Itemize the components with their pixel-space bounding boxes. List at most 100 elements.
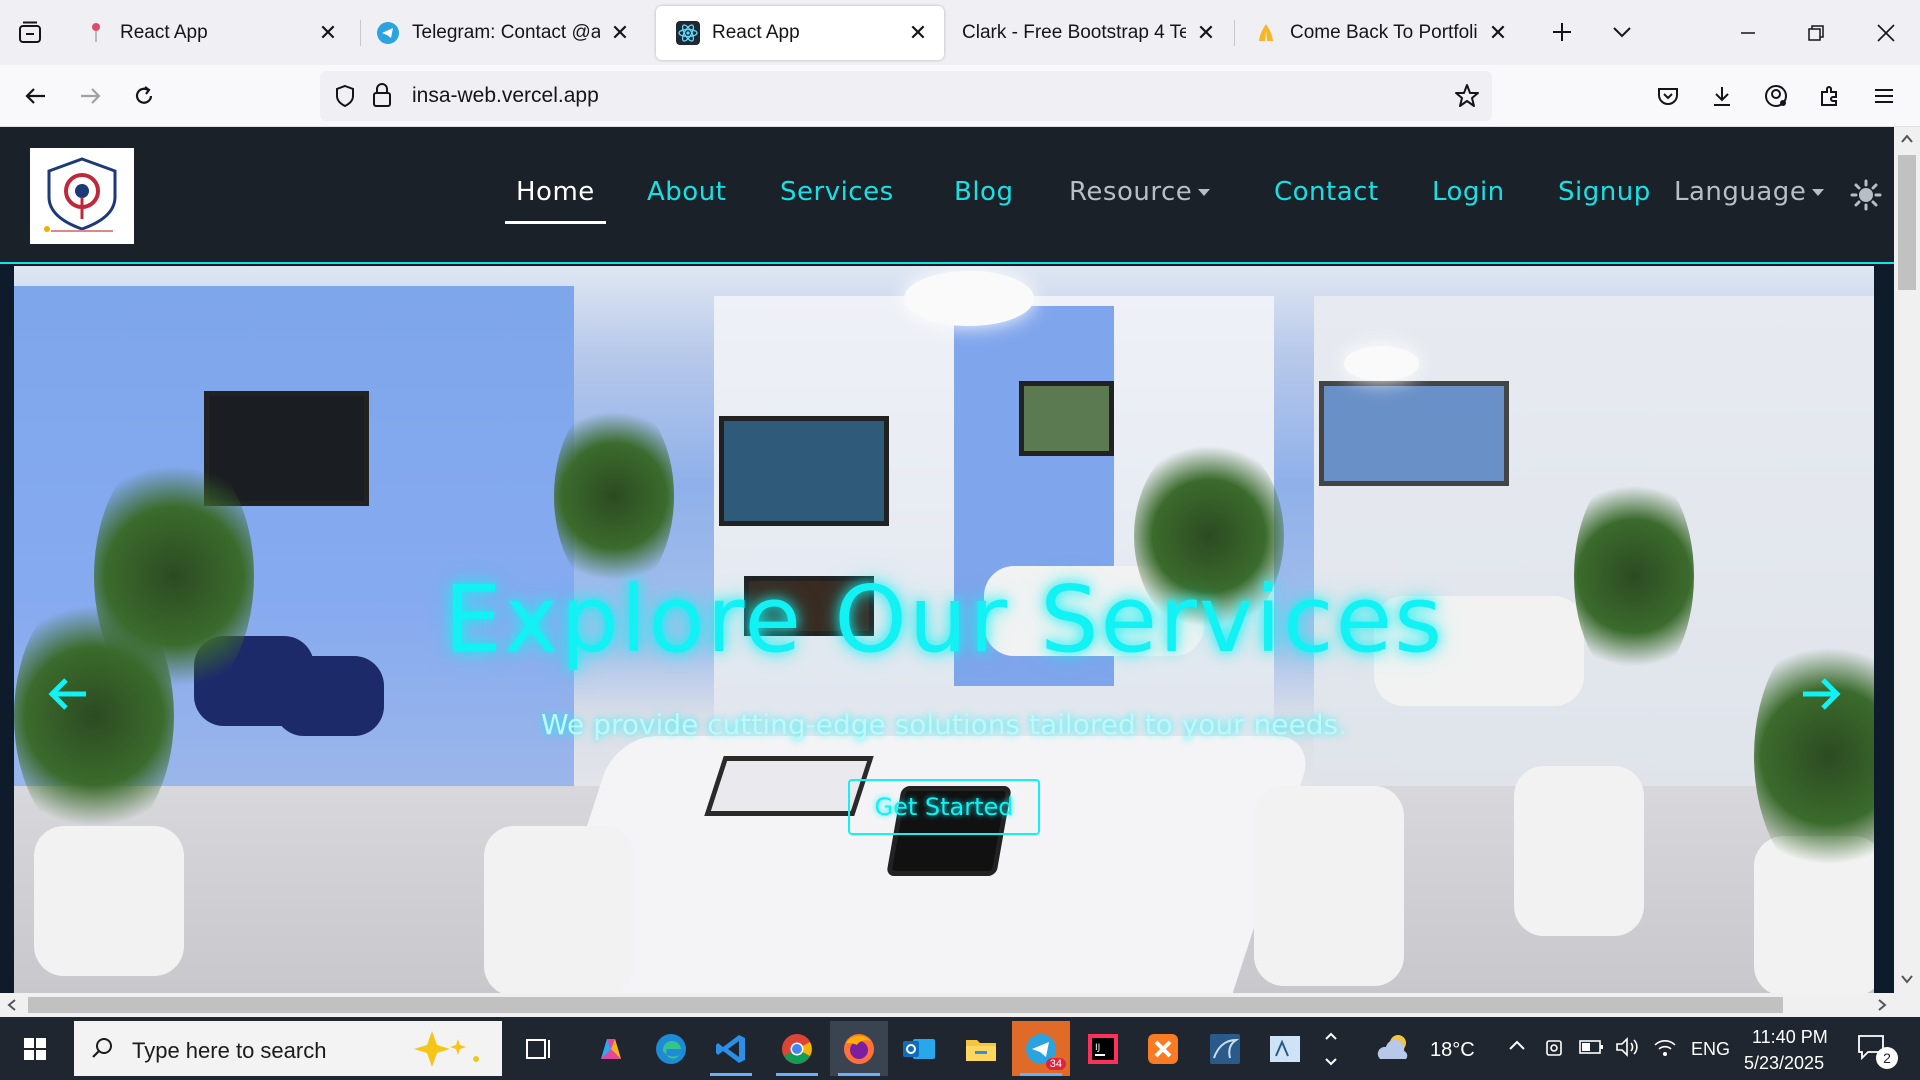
close-icon <box>1877 23 1895 42</box>
hero-carousel: Explore Our Services We provide cutting-… <box>14 266 1874 993</box>
taskbar-mysql-workbench[interactable] <box>1196 1021 1254 1076</box>
hero-title: Explore Our Services <box>443 566 1445 673</box>
tab-title: React App <box>120 22 208 43</box>
close-icon[interactable]: ✕ <box>608 20 632 45</box>
task-view-icon <box>526 1038 550 1059</box>
pocket-icon <box>1658 88 1678 105</box>
reload-button[interactable] <box>122 74 166 118</box>
telegram-icon <box>376 21 400 45</box>
vertical-scrollbar[interactable] <box>1894 127 1920 993</box>
taskbar-vscode[interactable] <box>702 1021 760 1076</box>
meet-now-icon[interactable] <box>1544 1035 1566 1059</box>
volume-icon[interactable] <box>1614 1035 1640 1059</box>
taskbar-edge[interactable] <box>642 1021 700 1076</box>
nav-services[interactable]: Services <box>780 177 894 207</box>
nav-home[interactable]: Home <box>516 177 595 207</box>
notification-count-badge: 2 <box>1876 1047 1898 1069</box>
tab-list-button[interactable] <box>0 0 60 65</box>
tray-scroll-arrows[interactable] <box>1316 1021 1346 1076</box>
carousel-prev-button[interactable] <box>40 666 96 722</box>
app-window-icon <box>1270 1035 1300 1062</box>
nav-contact[interactable]: Contact <box>1274 177 1379 207</box>
show-hidden-icons-icon[interactable] <box>1508 1039 1526 1053</box>
taskbar-intellij[interactable]: IJ <box>1074 1021 1132 1076</box>
menu-button[interactable] <box>1862 74 1906 118</box>
taskbar-search-box[interactable]: Type here to search <box>74 1021 502 1076</box>
telegram-unread-badge: 34 <box>1045 1058 1066 1070</box>
taskbar-outlook[interactable] <box>890 1021 948 1076</box>
vertical-scroll-thumb[interactable] <box>1898 155 1916 290</box>
minimize-button[interactable] <box>1714 0 1782 65</box>
input-language-indicator[interactable]: ENG <box>1691 1039 1730 1060</box>
windows-logo-icon <box>24 1037 46 1060</box>
nav-blog[interactable]: Blog <box>954 177 1013 207</box>
download-icon <box>1714 87 1730 106</box>
wifi-icon[interactable] <box>1652 1035 1678 1059</box>
minimize-icon <box>1741 31 1755 34</box>
forward-button[interactable] <box>68 74 112 118</box>
nav-resource-dropdown[interactable]: Resource <box>1069 177 1211 207</box>
lock-icon[interactable] <box>372 82 392 108</box>
account-icon <box>1765 85 1787 107</box>
close-icon[interactable]: ✕ <box>1194 20 1218 45</box>
tab-clark[interactable]: Clark - Free Bootstrap 4 Templ ✕ <box>942 6 1232 60</box>
account-button[interactable] <box>1754 74 1798 118</box>
svg-text:IJ: IJ <box>1095 1043 1100 1053</box>
horizontal-scroll-thumb[interactable] <box>28 997 1783 1013</box>
weather-cloud-icon <box>1377 1035 1408 1059</box>
get-started-button[interactable]: Get Started <box>848 779 1040 835</box>
nav-about[interactable]: About <box>647 177 726 207</box>
back-button[interactable] <box>14 74 58 118</box>
tab-portfolio[interactable]: Come Back To Portfolio ✕ <box>1234 6 1524 60</box>
bookmark-star-icon[interactable] <box>1454 83 1480 109</box>
hero-subtitle: We provide cutting-edge solutions tailor… <box>541 708 1347 741</box>
shield-icon[interactable] <box>334 84 356 108</box>
tab-react-app-1[interactable]: React App ✕ <box>64 6 354 60</box>
taskbar-file-explorer[interactable] <box>952 1021 1010 1076</box>
scroll-down-icon[interactable] <box>1900 973 1914 985</box>
nav-language-label: Language <box>1674 177 1807 207</box>
close-window-button[interactable] <box>1852 0 1920 65</box>
taskbar-xampp[interactable] <box>1134 1021 1192 1076</box>
new-tab-button[interactable] <box>1540 10 1584 54</box>
list-all-tabs-button[interactable] <box>1600 10 1644 54</box>
copilot-icon <box>601 1038 621 1059</box>
close-icon[interactable]: ✕ <box>906 20 930 45</box>
battery-icon[interactable] <box>1578 1037 1604 1057</box>
copilot-sparkle-icon <box>414 1031 479 1067</box>
theme-toggle-sun-icon[interactable] <box>1850 179 1882 211</box>
close-icon[interactable]: ✕ <box>1486 20 1510 45</box>
taskbar-chrome[interactable] <box>768 1021 826 1076</box>
tab-telegram[interactable]: Telegram: Contact @amlal ✕ <box>356 6 646 60</box>
nav-signup[interactable]: Signup <box>1558 177 1651 207</box>
horizontal-scrollbar[interactable] <box>0 993 1920 1017</box>
plus-icon <box>1553 23 1571 41</box>
tab-react-app-active[interactable]: React App ✕ <box>656 6 944 60</box>
taskbar-firefox[interactable] <box>830 1021 888 1076</box>
url-text[interactable]: insa-web.vercel.app <box>412 84 599 108</box>
url-bar[interactable]: insa-web.vercel.app <box>320 71 1492 121</box>
clock[interactable]: 11:40 PM 5/23/2025 <box>1738 1021 1834 1077</box>
task-view-button[interactable] <box>510 1021 568 1076</box>
scroll-left-icon[interactable] <box>6 998 18 1012</box>
nav-resource-label: Resource <box>1069 177 1193 207</box>
chevron-up-down-icon <box>1325 1032 1337 1065</box>
extensions-button[interactable] <box>1808 74 1852 118</box>
taskbar-telegram[interactable]: 34 <box>1012 1021 1070 1076</box>
nav-language-dropdown[interactable]: Language <box>1674 177 1825 207</box>
weather-temp: 18°C <box>1430 1039 1475 1061</box>
pocket-button[interactable] <box>1646 74 1690 118</box>
nav-login[interactable]: Login <box>1432 177 1505 207</box>
taskbar-copilot[interactable] <box>582 1021 640 1076</box>
notification-center-button[interactable]: 2 <box>1850 1025 1900 1071</box>
carousel-next-button[interactable] <box>1793 666 1849 722</box>
restore-button[interactable] <box>1782 0 1850 65</box>
scroll-right-icon[interactable] <box>1876 998 1888 1012</box>
scroll-up-icon[interactable] <box>1900 133 1914 145</box>
close-icon[interactable]: ✕ <box>316 20 340 45</box>
site-logo[interactable] <box>30 148 134 244</box>
taskbar-app-generic[interactable] <box>1256 1021 1314 1076</box>
weather-widget[interactable]: 18°C <box>1370 1021 1510 1076</box>
downloads-button[interactable] <box>1700 74 1744 118</box>
start-button[interactable] <box>0 1017 70 1080</box>
